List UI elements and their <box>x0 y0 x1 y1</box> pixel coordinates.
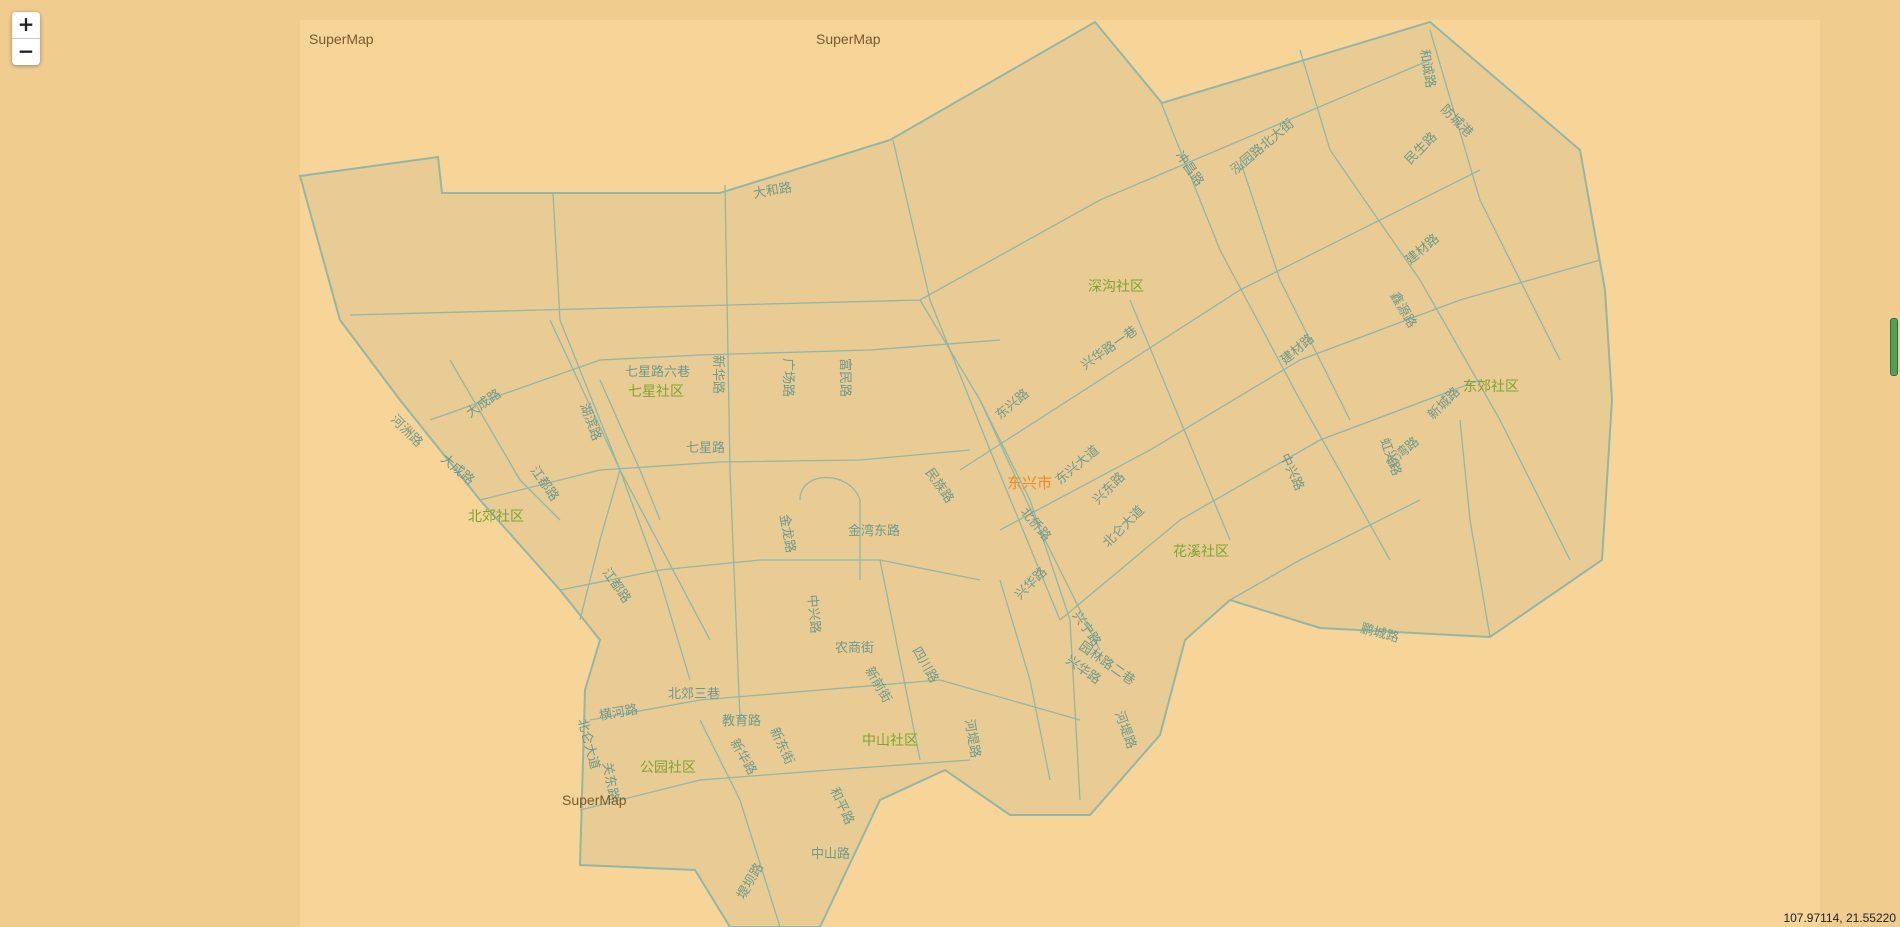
road-label: 农商街 <box>835 641 874 656</box>
district-label: 中山社区 <box>862 733 918 749</box>
road-label: 金湾东路 <box>848 523 900 539</box>
road-label: 中兴路 <box>804 594 823 634</box>
coordinate-readout: 107.97114, 21.55220 <box>1783 911 1896 925</box>
road-label: 七星路 <box>686 440 725 456</box>
road-label: 中山路 <box>811 846 850 862</box>
map-canvas[interactable]: 深沟社区 七星社区 东郊社区 北郊社区 花溪社区 中山社区 公园社区 东兴市 和… <box>0 0 1900 927</box>
zoom-out-button[interactable]: − <box>12 38 40 65</box>
road-label: 富民路 <box>837 358 853 397</box>
district-label: 东郊社区 <box>1463 378 1519 395</box>
district-label: 七星社区 <box>628 384 684 400</box>
district-label: 花溪社区 <box>1173 544 1229 560</box>
zoom-in-button[interactable]: + <box>12 12 40 38</box>
road-label: 教育路 <box>722 713 761 729</box>
zoom-control: + − <box>12 12 40 65</box>
road-label: 北郊三巷 <box>668 686 720 702</box>
watermark: SuperMap <box>816 31 881 47</box>
road-label: 新华路 <box>710 355 726 394</box>
city-label: 东兴市 <box>1007 474 1052 492</box>
road-label: 七星路六巷 <box>625 364 690 380</box>
district-label: 公园社区 <box>640 760 696 776</box>
district-label: 北郊社区 <box>468 508 524 525</box>
watermark: SuperMap <box>562 792 627 808</box>
district-label: 深沟社区 <box>1088 279 1144 295</box>
watermark: SuperMap <box>309 31 374 47</box>
scrollbar-thumb[interactable] <box>1890 318 1898 376</box>
road-label: 广场路 <box>780 358 796 397</box>
